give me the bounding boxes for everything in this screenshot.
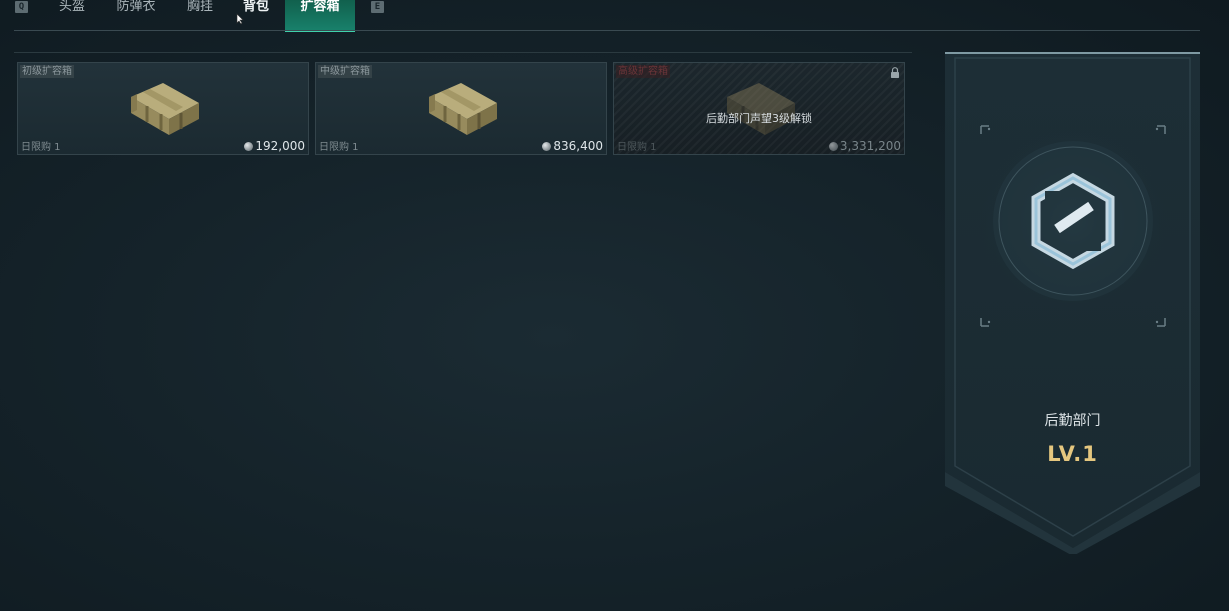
daily-limit: 日限购 1 <box>617 142 657 153</box>
mouse-cursor-icon <box>236 13 244 25</box>
department-level: LV.1 <box>1047 442 1098 466</box>
item-card-medium-expansion-box[interactable]: 中级扩容箱 日限购 1 836,400 <box>315 62 607 155</box>
price-value: 3,331,200 <box>839 139 901 153</box>
crate-icon <box>727 83 795 135</box>
grid-divider <box>14 52 912 53</box>
department-banner <box>945 54 1200 554</box>
price: 192,000 <box>244 139 305 153</box>
price: 3,331,200 <box>828 139 901 153</box>
tab-divider <box>14 30 1200 31</box>
coin-icon <box>244 141 254 151</box>
item-name: 高级扩容箱 <box>616 65 670 78</box>
item-name: 中级扩容箱 <box>318 65 372 78</box>
coin-icon <box>542 141 552 151</box>
daily-limit: 日限购 1 <box>319 142 359 153</box>
crate-icon <box>131 83 199 135</box>
price-value: 192,000 <box>255 139 305 153</box>
tab-expansion-box[interactable]: 扩容箱 <box>285 0 355 32</box>
item-name: 初级扩容箱 <box>20 65 74 78</box>
daily-limit: 日限购 1 <box>21 142 61 153</box>
price-value: 836,400 <box>553 139 603 153</box>
price: 836,400 <box>542 139 603 153</box>
prev-tab-key[interactable]: Q <box>15 1 28 13</box>
item-card-advanced-expansion-box[interactable]: 高级扩容箱 后勤部门声望3级解锁 日限购 1 3,331,200 <box>613 62 905 155</box>
department-name: 后勤部门 <box>1044 413 1101 429</box>
lock-icon <box>891 67 899 78</box>
tab-body-armor[interactable]: 防弹衣 <box>108 0 164 30</box>
tab-bar: Q 头盔 防弹衣 胸挂 背包 扩容箱 E <box>0 0 1229 32</box>
item-card-basic-expansion-box[interactable]: 初级扩容箱 日限购 1 192,000 <box>17 62 309 155</box>
tab-helmet[interactable]: 头盔 <box>50 0 94 30</box>
unlock-requirement: 后勤部门声望3级解锁 <box>706 112 812 125</box>
crate-icon <box>429 83 497 135</box>
tab-chest-rig[interactable]: 胸挂 <box>178 0 222 30</box>
next-tab-key[interactable]: E <box>371 1 384 13</box>
coin-icon <box>828 141 838 151</box>
